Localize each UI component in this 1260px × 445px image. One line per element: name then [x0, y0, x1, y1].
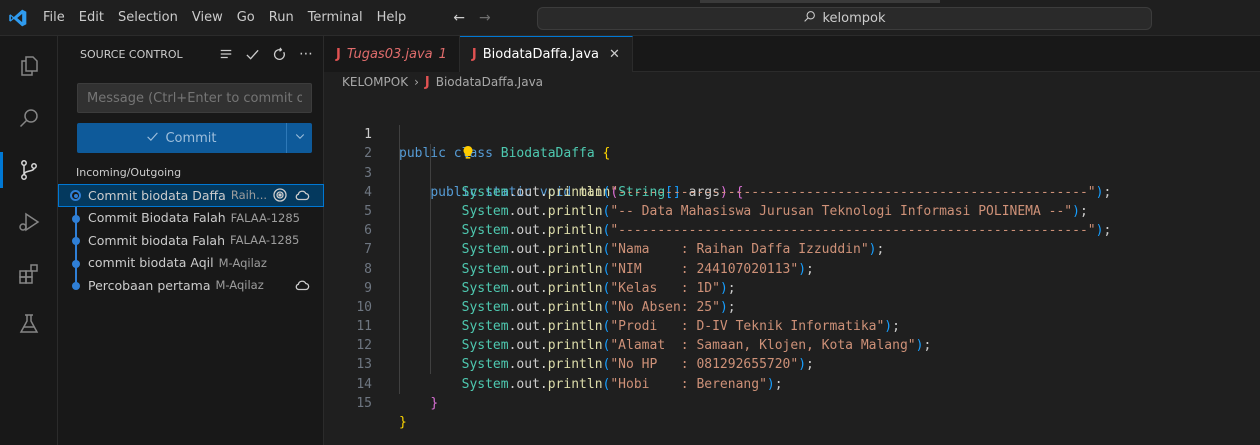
code-line: 2 public static void main(String[] args)… [324, 125, 1260, 200]
commit-dot [72, 237, 80, 245]
code-line: 3 System.out.println("------------------… [324, 144, 1260, 200]
activity-bar [0, 36, 58, 445]
window-top-strip [700, 0, 940, 3]
code-line: 12 System.out.println("No HP : 081292655… [324, 317, 1260, 372]
code-line: 10 System.out.println("Prodi : D-IV Tekn… [324, 279, 1260, 334]
commit-message: Percobaan pertama [88, 277, 211, 293]
menu-file[interactable]: File [36, 0, 72, 36]
menu-selection[interactable]: Selection [111, 0, 185, 36]
commit-message: Commit biodata Falah [88, 232, 226, 248]
graph-section-title[interactable]: Incoming/Outgoing [76, 166, 181, 179]
menu-bar: File Edit Selection View Go Run Terminal… [36, 0, 413, 36]
check-icon [146, 130, 159, 147]
commit-message: Commit biodata Daffa [88, 187, 226, 203]
tab-biodatadaffa[interactable]: J BiodataDaffa.Java ✕ [459, 36, 633, 72]
title-bar: File Edit Selection View Go Run Terminal… [0, 0, 1260, 36]
menu-edit[interactable]: Edit [72, 0, 111, 36]
testing-icon[interactable] [0, 302, 58, 346]
search-text: kelompok [822, 11, 886, 26]
breadcrumb-file[interactable]: BiodataDaffa.Java [436, 75, 543, 89]
head-commit-dot [70, 190, 81, 201]
source-control-sidebar: SOURCE CONTROL ⋯ Commit In [58, 36, 324, 445]
menu-go[interactable]: Go [230, 0, 262, 36]
commit-check-icon[interactable] [245, 47, 260, 62]
menu-run[interactable]: Run [262, 0, 301, 36]
view-as-list-icon[interactable] [219, 47, 233, 61]
problem-count-badge: 1 [438, 46, 447, 62]
source-control-icon[interactable] [0, 148, 58, 192]
commit-dot [72, 282, 80, 290]
vscode-logo-icon[interactable] [0, 0, 36, 36]
code-line: 6 System.out.println("Nama : Raihan Daff… [324, 202, 1260, 257]
commit-author: FALAA-1285 [230, 233, 300, 248]
sidebar-actions: ⋯ [219, 46, 313, 62]
commit-author: M-Aqilaz [215, 278, 264, 293]
search-view-icon[interactable] [0, 96, 58, 140]
code-line: 13 System.out.println("Hobi : Berenang")… [324, 336, 1260, 391]
editor-tabs: J Tugas03.java 1 J BiodataDaffa.Java ✕ [324, 36, 1260, 72]
commit-row-actions [294, 277, 310, 293]
tab-label: Tugas03.java [346, 46, 433, 62]
editor-area: J Tugas03.java 1 J BiodataDaffa.Java ✕ K… [324, 36, 1260, 445]
sidebar-title: SOURCE CONTROL [80, 47, 183, 61]
commit-row[interactable]: commit biodata Aqil M-Aqilaz [58, 252, 324, 275]
commit-button-label: Commit [165, 130, 217, 146]
code-line: 14 } [324, 355, 1260, 411]
java-file-icon: J [471, 47, 477, 62]
back-arrow-icon[interactable]: ← [453, 10, 465, 26]
chevron-down-icon [294, 130, 306, 146]
code-editor[interactable]: 1 public class BiodataDaffa { 2 public s… [324, 106, 1260, 430]
explorer-icon[interactable] [0, 44, 58, 88]
commit-graph: Commit biodata Daffa Raih... Commit Biod… [58, 184, 324, 297]
java-file-icon: J [424, 74, 430, 90]
refresh-icon[interactable] [272, 47, 287, 62]
sidebar-header: SOURCE CONTROL ⋯ [58, 36, 323, 72]
commit-button[interactable]: Commit [77, 123, 312, 153]
tab-label: BiodataDaffa.Java [482, 47, 600, 62]
code-line: 9 System.out.println("No Absen: 25"); [324, 260, 1260, 315]
menu-view[interactable]: View [185, 0, 230, 36]
forward-arrow-icon[interactable]: → [479, 10, 491, 26]
code-line: 8 System.out.println("Kelas : 1D"); [324, 240, 1260, 296]
target-icon[interactable] [272, 187, 288, 203]
commit-message-input[interactable] [77, 83, 312, 113]
more-actions-icon[interactable]: ⋯ [299, 46, 313, 62]
command-center-search[interactable]: kelompok [537, 7, 1152, 30]
commit-dot [72, 214, 80, 223]
breadcrumb: KELOMPOK › J BiodataDaffa.Java [324, 72, 1260, 92]
cloud-icon[interactable] [294, 277, 310, 293]
commit-row[interactable]: Commit Biodata Falah FALAA-1285 [58, 207, 324, 230]
commit-row[interactable]: Commit biodata Daffa Raih... [58, 184, 324, 207]
java-file-icon: J [336, 46, 341, 62]
commit-row[interactable]: Commit biodata Falah FALAA-1285 [58, 229, 324, 252]
commit-author: FALAA-1285 [230, 210, 300, 225]
code-line: 11 System.out.println("Alamat : Samaan, … [324, 298, 1260, 353]
tab-tugas03[interactable]: J Tugas03.java 1 [324, 36, 460, 72]
commit-dropdown-button[interactable] [286, 123, 312, 153]
run-debug-icon[interactable] [0, 200, 58, 244]
menu-terminal[interactable]: Terminal [301, 0, 370, 36]
search-icon [803, 10, 816, 27]
close-icon[interactable]: ✕ [609, 47, 620, 62]
code-line: 7 System.out.println("NIM : 244107020113… [324, 221, 1260, 276]
code-line: 4 System.out.println("-- Data Mahasiswa … [324, 164, 1260, 219]
line-number: 15 [356, 395, 372, 411]
code-line: 1 public class BiodataDaffa { [324, 106, 1260, 161]
menu-help[interactable]: Help [370, 0, 414, 36]
breadcrumb-separator-icon: › [414, 75, 419, 89]
commit-dot [72, 259, 80, 268]
commit-message: commit biodata Aqil [88, 255, 214, 271]
commit-button-main[interactable]: Commit [77, 123, 286, 153]
code-line: 15 } [324, 375, 1260, 430]
commit-author: M-Aqilaz [218, 255, 267, 270]
code-line: 5 System.out.println("------------------… [324, 183, 1260, 238]
commit-author: Raih... [230, 188, 268, 203]
navigation-arrows: ← → [453, 10, 490, 26]
extensions-icon[interactable] [0, 252, 58, 296]
commit-row[interactable]: Percobaan pertama M-Aqilaz [58, 274, 324, 297]
breadcrumb-folder[interactable]: KELOMPOK [342, 75, 408, 89]
cloud-icon[interactable] [294, 187, 310, 203]
commit-message: Commit Biodata Falah [88, 210, 226, 226]
commit-row-actions [272, 187, 310, 203]
